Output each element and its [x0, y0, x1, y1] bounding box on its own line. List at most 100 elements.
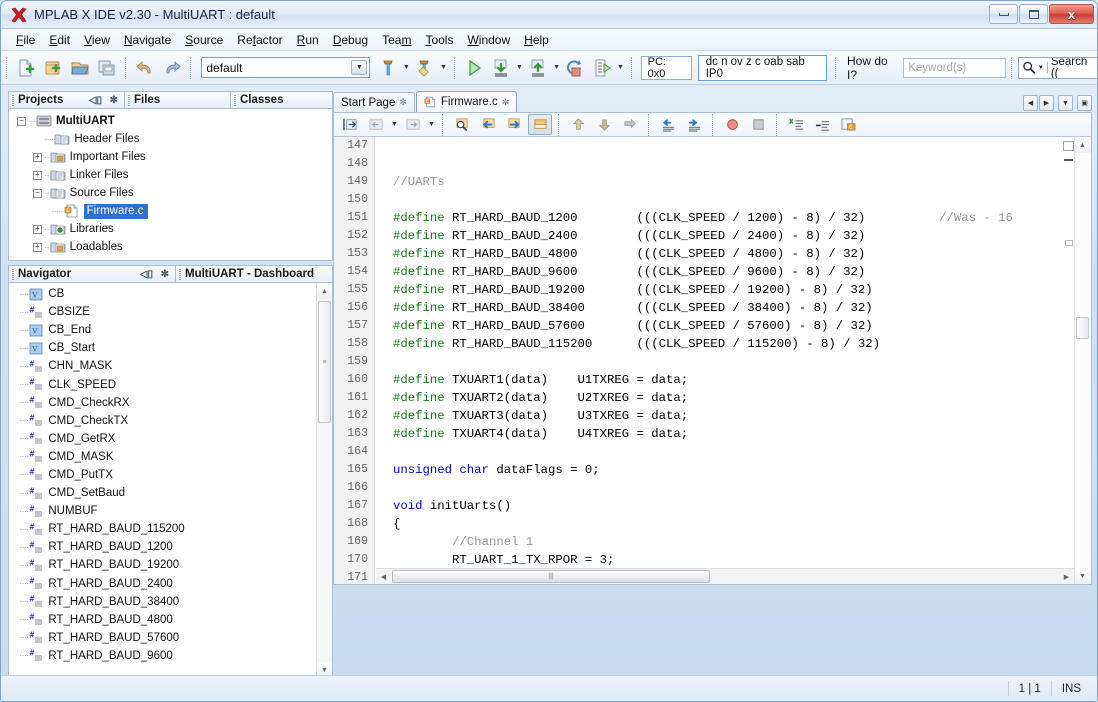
new-project-button[interactable] [41, 55, 66, 81]
menu-tools[interactable]: Tools [418, 31, 460, 49]
scrollbar-thumb[interactable]: ||| [392, 570, 710, 583]
build-dropdown-arrow[interactable]: ▼ [401, 56, 411, 80]
tab-firmware-c[interactable]: C Firmware.c ✼ [415, 91, 518, 112]
expander-minus-icon[interactable]: − [33, 188, 42, 198]
list-item[interactable]: ···· V CB_Start [9, 339, 332, 357]
uncomment-button[interactable] [810, 114, 834, 135]
minimize-window-icon[interactable]: ◁▯ [140, 269, 153, 280]
back-button[interactable] [364, 114, 388, 135]
editor-horizontal-scrollbar[interactable]: ◀ ▶ ||| [376, 568, 1074, 584]
chevron-down-icon[interactable]: ▼ [351, 60, 368, 75]
list-item[interactable]: ···· # CMD_SetBaud [9, 484, 332, 502]
tree-node-source-files[interactable]: − ·· Source Files [11, 184, 332, 202]
menu-file[interactable]: File [9, 31, 42, 49]
menu-refactor[interactable]: Refactor [230, 31, 289, 49]
minimize-window-icon[interactable]: ◁▯ [89, 95, 102, 106]
menu-team[interactable]: Team [375, 31, 418, 49]
scrollbar-thumb[interactable] [1076, 317, 1089, 339]
list-item[interactable]: ···· # CHN_MASK [9, 357, 332, 375]
list-item[interactable]: ···· # RT_HARD_BAUD_115200 [9, 520, 332, 538]
forward-button[interactable] [401, 114, 425, 135]
chevron-down-icon[interactable]: ▼ [1058, 95, 1073, 111]
debug-project-button[interactable] [488, 55, 513, 81]
list-item[interactable]: ···· # CLK_SPEED [9, 375, 332, 393]
menu-help[interactable]: Help [517, 31, 556, 49]
minimize-button[interactable] [989, 4, 1018, 24]
configuration-combo[interactable]: default ▼ [201, 57, 371, 78]
code-editor[interactable]: 147 148 149 150 151 152 153 154 155 156 … [333, 137, 1092, 585]
code-text[interactable]: //UARTs #define RT_HARD_BAUD_1200 (((CLK… [376, 137, 1091, 584]
build-project-button[interactable] [375, 55, 400, 81]
tree-node-linker-files[interactable]: + ·· Linker Files [11, 166, 332, 184]
maximize-button[interactable] [1019, 4, 1048, 24]
list-item[interactable]: ···· V CB [9, 285, 332, 303]
expander-plus-icon[interactable]: + [33, 152, 42, 162]
previous-bookmark-button[interactable] [476, 114, 500, 135]
scroll-right-icon[interactable]: ▶ [1059, 569, 1074, 584]
macro-expand-button[interactable]: C [836, 114, 860, 135]
previous-error-button[interactable] [566, 114, 590, 135]
redo-button[interactable] [160, 55, 185, 81]
next-error-button[interactable] [592, 114, 616, 135]
tree-node-multiuart[interactable]: − ··· MultiUART [11, 112, 332, 130]
close-icon[interactable]: ✼ [399, 97, 407, 108]
list-item[interactable]: ···· # RT_HARD_BAUD_9600 [9, 647, 332, 665]
list-item[interactable]: ···· # CMD_CheckRX [9, 394, 332, 412]
save-all-button[interactable] [94, 55, 119, 81]
search-dropdown-arrow[interactable]: ▼ [1038, 65, 1044, 71]
clean-build-button[interactable] [413, 55, 438, 81]
last-edit-button[interactable] [338, 114, 362, 135]
list-item[interactable]: ···· # CMD_MASK [9, 448, 332, 466]
back-dropdown-arrow[interactable]: ▼ [389, 113, 400, 137]
debug-dropdown-arrow[interactable]: ▼ [514, 56, 524, 80]
tree-node-important-files[interactable]: + ·· Important Files [11, 148, 332, 166]
hold-reset-button[interactable] [563, 55, 588, 81]
tab-navigator[interactable]: Navigator ◁▯ ✼ [8, 265, 176, 283]
tree-node-header-files[interactable]: ···· Header Files [11, 130, 332, 148]
scrollbar-thumb[interactable]: ≡ [318, 301, 331, 423]
new-file-button[interactable] [14, 55, 39, 81]
toggle-bookmark-button[interactable] [528, 114, 552, 135]
next-bookmark-button[interactable] [502, 114, 526, 135]
comment-button[interactable] [784, 114, 808, 135]
close-icon[interactable]: ✼ [161, 269, 169, 280]
forward-dropdown-arrow[interactable]: ▼ [426, 113, 437, 137]
tree-node-loadables[interactable]: + ·· Loadables [11, 238, 332, 256]
shift-right-button[interactable] [682, 114, 706, 135]
menu-edit[interactable]: Edit [42, 31, 77, 49]
open-project-button[interactable] [67, 55, 92, 81]
menu-run[interactable]: Run [290, 31, 326, 49]
list-item[interactable]: ···· # CMD_CheckTX [9, 412, 332, 430]
tab-classes[interactable]: Classes [231, 91, 333, 109]
list-item[interactable]: ···· # RT_HARD_BAUD_4800 [9, 611, 332, 629]
expander-minus-icon[interactable]: − [17, 116, 26, 126]
tab-files[interactable]: Files [125, 91, 231, 109]
tab-start-page[interactable]: Start Page ✼ [333, 92, 415, 112]
keyword-input[interactable]: Keyword(s) [903, 57, 1006, 78]
list-item[interactable]: ···· # RT_HARD_BAUD_1200 [9, 538, 332, 556]
next-error-2-button[interactable] [618, 114, 642, 135]
menu-navigate[interactable]: Navigate [117, 31, 178, 49]
tree-node-libraries[interactable]: + ·· Libraries [11, 220, 332, 238]
menu-debug[interactable]: Debug [326, 31, 375, 49]
search-box[interactable]: ▼ | Search (( [1017, 56, 1097, 79]
menu-view[interactable]: View [77, 31, 117, 49]
list-item[interactable]: ···· # CBSIZE [9, 303, 332, 321]
navigator-vertical-scrollbar[interactable]: ▲ ≡ ▼ [316, 283, 332, 678]
finish-debugger-button[interactable] [590, 55, 615, 81]
make-and-program-button[interactable] [526, 55, 551, 81]
scroll-up-icon[interactable]: ▲ [317, 283, 332, 299]
run-project-button[interactable] [462, 55, 487, 81]
close-icon[interactable]: ✼ [502, 97, 510, 108]
menu-source[interactable]: Source [178, 31, 230, 49]
toggle-breakpoint-button[interactable] [720, 114, 744, 135]
tree-node-firmware-c[interactable]: ····· C Firmware.c [11, 202, 332, 220]
tab-projects[interactable]: Projects ◁▯ ✼ [8, 91, 125, 109]
tab-dashboard[interactable]: MultiUART - Dashboard [176, 265, 333, 283]
undo-button[interactable] [133, 55, 158, 81]
list-item[interactable]: ···· # RT_HARD_BAUD_57600 [9, 629, 332, 647]
error-stripe-top-marker[interactable] [1063, 141, 1074, 151]
find-selection-button[interactable] [450, 114, 474, 135]
scroll-left-icon[interactable]: ◀ [376, 569, 391, 584]
list-item[interactable]: ···· # NUMBUF [9, 502, 332, 520]
